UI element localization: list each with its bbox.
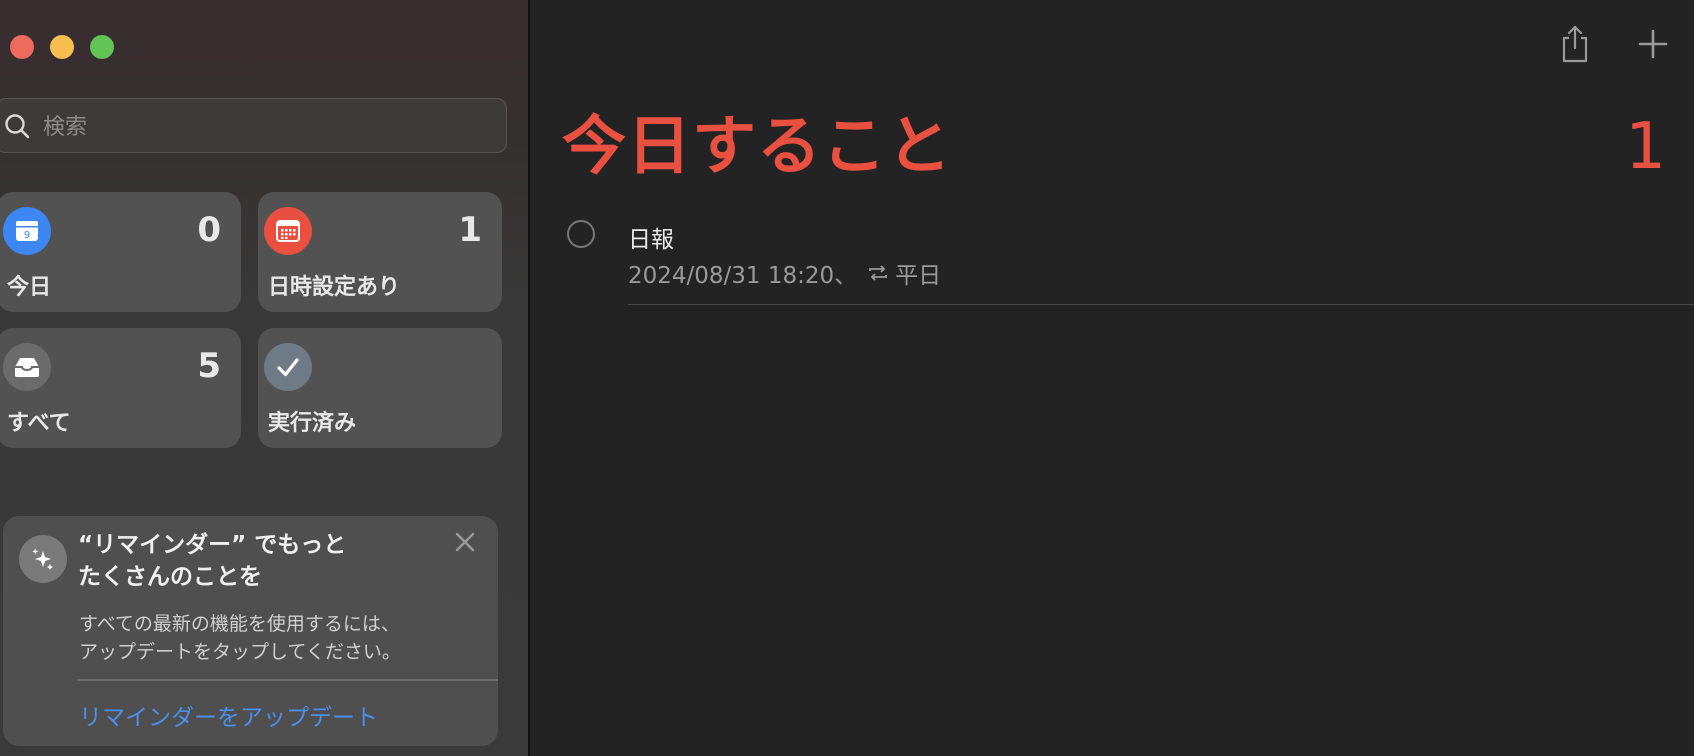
smart-list-all[interactable]: 5 すべて bbox=[0, 328, 241, 448]
close-window-button[interactable] bbox=[10, 35, 34, 59]
task-divider bbox=[628, 304, 1694, 305]
smart-list-today[interactable]: 9 0 今日 bbox=[0, 192, 241, 312]
promo-body-line: アップデートをタップしてください。 bbox=[79, 641, 401, 663]
calendar-today-icon: 9 bbox=[3, 207, 51, 255]
smart-list-completed[interactable]: 実行済み bbox=[258, 328, 502, 448]
promo-body-line: すべての最新の機能を使用するには、 bbox=[79, 613, 400, 635]
divider bbox=[77, 679, 498, 681]
close-icon[interactable] bbox=[451, 530, 479, 558]
update-reminders-link[interactable]: リマインダーをアップデート bbox=[79, 698, 378, 732]
task-title[interactable]: 日報 bbox=[628, 220, 674, 254]
svg-text:9: 9 bbox=[24, 230, 30, 241]
list-title: 今日すること bbox=[562, 110, 952, 184]
minimize-window-button[interactable] bbox=[50, 35, 74, 59]
smart-list-count: 5 bbox=[197, 346, 221, 386]
inbox-tray-icon bbox=[3, 343, 51, 391]
smart-list-scheduled[interactable]: 1 日時設定あり bbox=[258, 192, 502, 312]
sidebar: 9 0 今日 1 日時設定あり bbox=[0, 0, 530, 756]
smart-list-label: 今日 bbox=[7, 275, 52, 300]
plus-icon[interactable] bbox=[1637, 28, 1669, 60]
search-icon bbox=[5, 114, 30, 139]
task-meta: 2024/08/31 18:20、 平日 bbox=[628, 256, 941, 290]
task-repeat: 平日 bbox=[895, 263, 942, 289]
promo-body: すべての最新の機能を使用するには、 アップデートをタップしてください。 bbox=[79, 610, 479, 666]
update-promo-card: “リマインダー” でもっと たくさんのことを すべての最新の機能を使用するには、… bbox=[3, 516, 498, 746]
promo-title: “リマインダー” でもっと たくさんのことを bbox=[78, 529, 378, 593]
main-content: 今日すること 1 日報 2024/08/31 18:20、 平日 bbox=[532, 0, 1694, 756]
share-icon[interactable] bbox=[1558, 24, 1592, 64]
smart-list-count: 1 bbox=[458, 210, 482, 250]
search-bar[interactable] bbox=[0, 98, 507, 153]
smart-list-count: 0 bbox=[197, 210, 221, 250]
search-input[interactable] bbox=[41, 111, 485, 143]
task-date: 2024/08/31 18:20、 bbox=[628, 263, 858, 289]
promo-title-line: たくさんのことを bbox=[78, 564, 262, 590]
repeat-icon bbox=[869, 265, 888, 281]
smart-list-label: 実行済み bbox=[268, 411, 357, 436]
calendar-grid-icon bbox=[264, 207, 312, 255]
sparkles-icon bbox=[19, 535, 67, 583]
zoom-window-button[interactable] bbox=[90, 35, 114, 59]
promo-title-line: “リマインダー” でもっと bbox=[78, 532, 347, 558]
smart-list-label: 日時設定あり bbox=[268, 275, 401, 300]
smart-list-label: すべて bbox=[7, 411, 71, 436]
checkmark-icon bbox=[264, 343, 312, 391]
list-count: 1 bbox=[1625, 110, 1666, 184]
task-complete-checkbox[interactable] bbox=[567, 220, 595, 248]
